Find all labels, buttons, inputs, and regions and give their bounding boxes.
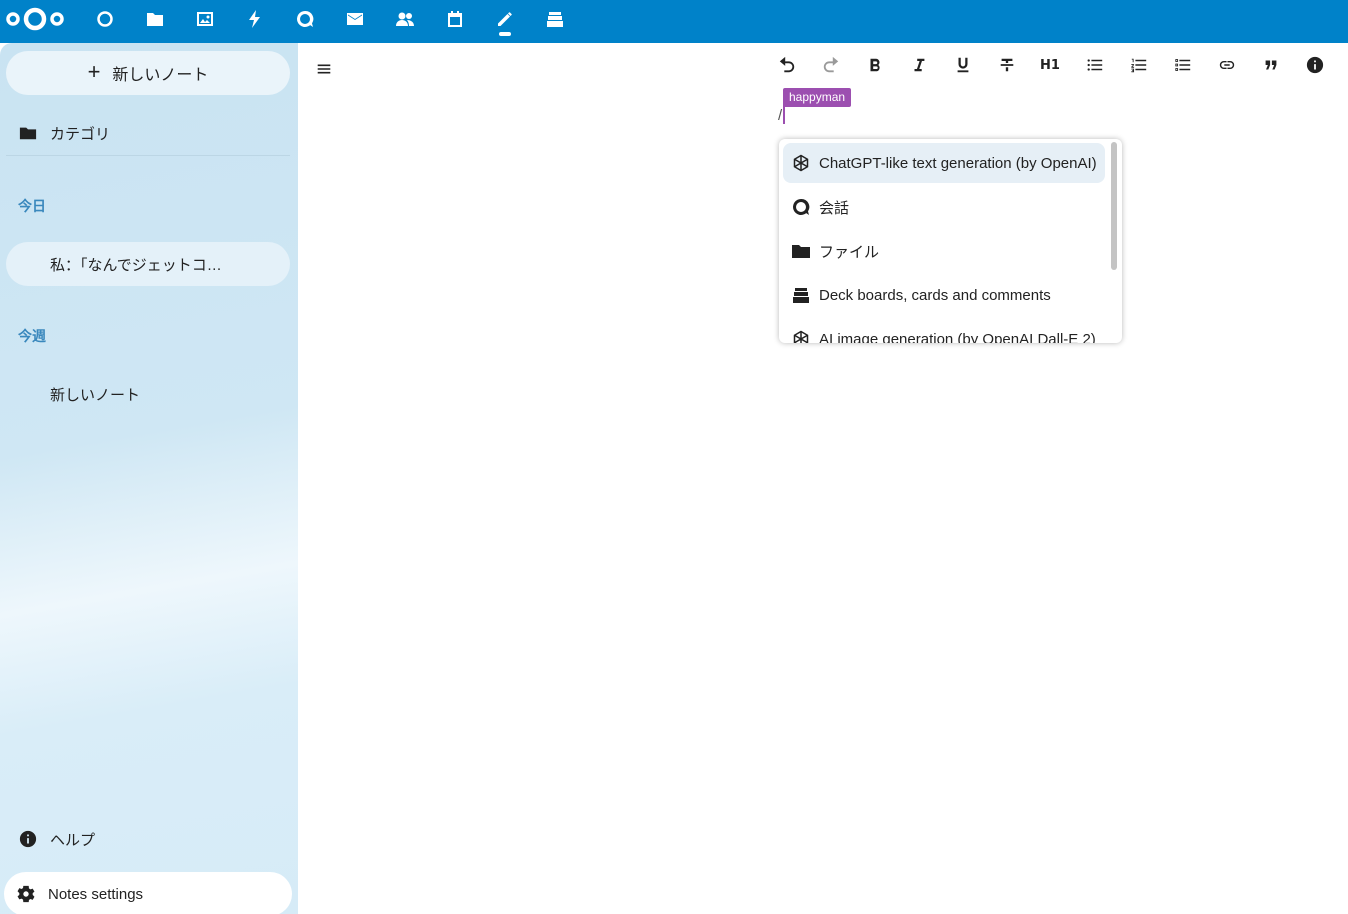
heading-button[interactable]: H1 [1033, 48, 1067, 82]
suggestion-item[interactable]: 会話 [783, 187, 1105, 227]
info-icon [6, 830, 50, 848]
activity-icon[interactable] [240, 6, 270, 32]
active-app-indicator [499, 32, 511, 36]
link-icon[interactable] [1210, 48, 1244, 82]
new-note-button[interactable]: + 新しいノート [6, 51, 290, 95]
undo-icon[interactable] [770, 48, 804, 82]
heading-label: H1 [1040, 57, 1060, 73]
redo-icon[interactable] [814, 48, 848, 82]
gear-icon [4, 885, 48, 903]
menu-icon[interactable] [306, 51, 342, 87]
deck-icon[interactable] [540, 6, 570, 32]
folder-icon [6, 124, 50, 142]
section-caption-this-week: 今週 [18, 328, 46, 344]
suggestion-label: AI image generation (by OpenAI Dall-E 2) [819, 330, 1096, 344]
openai-icon [791, 329, 811, 343]
text-cursor [783, 106, 785, 124]
notes-settings-label: Notes settings [48, 885, 144, 903]
bullet-list-icon[interactable] [1078, 48, 1112, 82]
strikethrough-icon[interactable] [990, 48, 1024, 82]
folder-icon [791, 241, 811, 261]
deck-icon [791, 285, 811, 305]
suggestion-item[interactable]: AI image generation (by OpenAI Dall-E 2) [783, 319, 1105, 343]
typed-text: / [778, 107, 783, 124]
sidebar: + 新しいノート カテゴリ 今日 私：「なんでジェットコ… 今週 新しいノート … [0, 43, 298, 914]
suggestion-item[interactable]: ファイル [783, 231, 1105, 271]
openai-icon [791, 153, 811, 173]
suggestion-label: Deck boards, cards and comments [819, 286, 1051, 304]
scrollbar[interactable] [1111, 142, 1117, 270]
note-list-item[interactable]: 新しいノート [6, 372, 290, 416]
italic-icon[interactable] [902, 48, 936, 82]
files-icon[interactable] [140, 6, 170, 32]
notes-icon[interactable] [490, 6, 520, 32]
plus-icon: + [87, 59, 101, 84]
note-list-item[interactable]: 私：「なんでジェットコ… [6, 242, 290, 286]
talk-icon[interactable] [290, 6, 320, 32]
checklist-icon[interactable] [1166, 48, 1200, 82]
suggestion-label: ChatGPT-like text generation (by OpenAI) [819, 154, 1097, 172]
suggestion-item[interactable]: Deck boards, cards and comments [783, 275, 1105, 315]
talk-icon [791, 197, 811, 217]
section-caption-today: 今日 [18, 198, 46, 214]
numbered-list-icon[interactable] [1122, 48, 1156, 82]
blockquote-icon[interactable] [1254, 48, 1288, 82]
top-bar [0, 0, 1348, 43]
suggestion-label: 会話 [819, 199, 850, 217]
categories-label: カテゴリ [50, 125, 111, 143]
suggestion-item[interactable]: ChatGPT-like text generation (by OpenAI) [783, 143, 1105, 183]
collaborator-tag: happyman [783, 88, 852, 107]
help-label: ヘルプ [50, 831, 96, 849]
divider [6, 155, 290, 156]
info-icon[interactable] [1298, 48, 1332, 82]
categories-item[interactable]: カテゴリ [6, 111, 290, 155]
notes-settings-button[interactable]: Notes settings [4, 872, 292, 914]
help-item[interactable]: ヘルプ [6, 817, 290, 861]
dashboard-icon[interactable] [90, 6, 120, 32]
suggestion-label: ファイル [819, 243, 880, 261]
photos-icon[interactable] [190, 6, 220, 32]
underline-icon[interactable] [946, 48, 980, 82]
nextcloud-logo[interactable] [4, 5, 66, 33]
new-note-label: 新しいノート [112, 67, 209, 84]
calendar-icon[interactable] [440, 6, 470, 32]
mail-icon[interactable] [340, 6, 370, 32]
suggestion-menu: ChatGPT-like text generation (by OpenAI)… [779, 139, 1122, 343]
contacts-icon[interactable] [390, 6, 420, 32]
bold-icon[interactable] [858, 48, 892, 82]
